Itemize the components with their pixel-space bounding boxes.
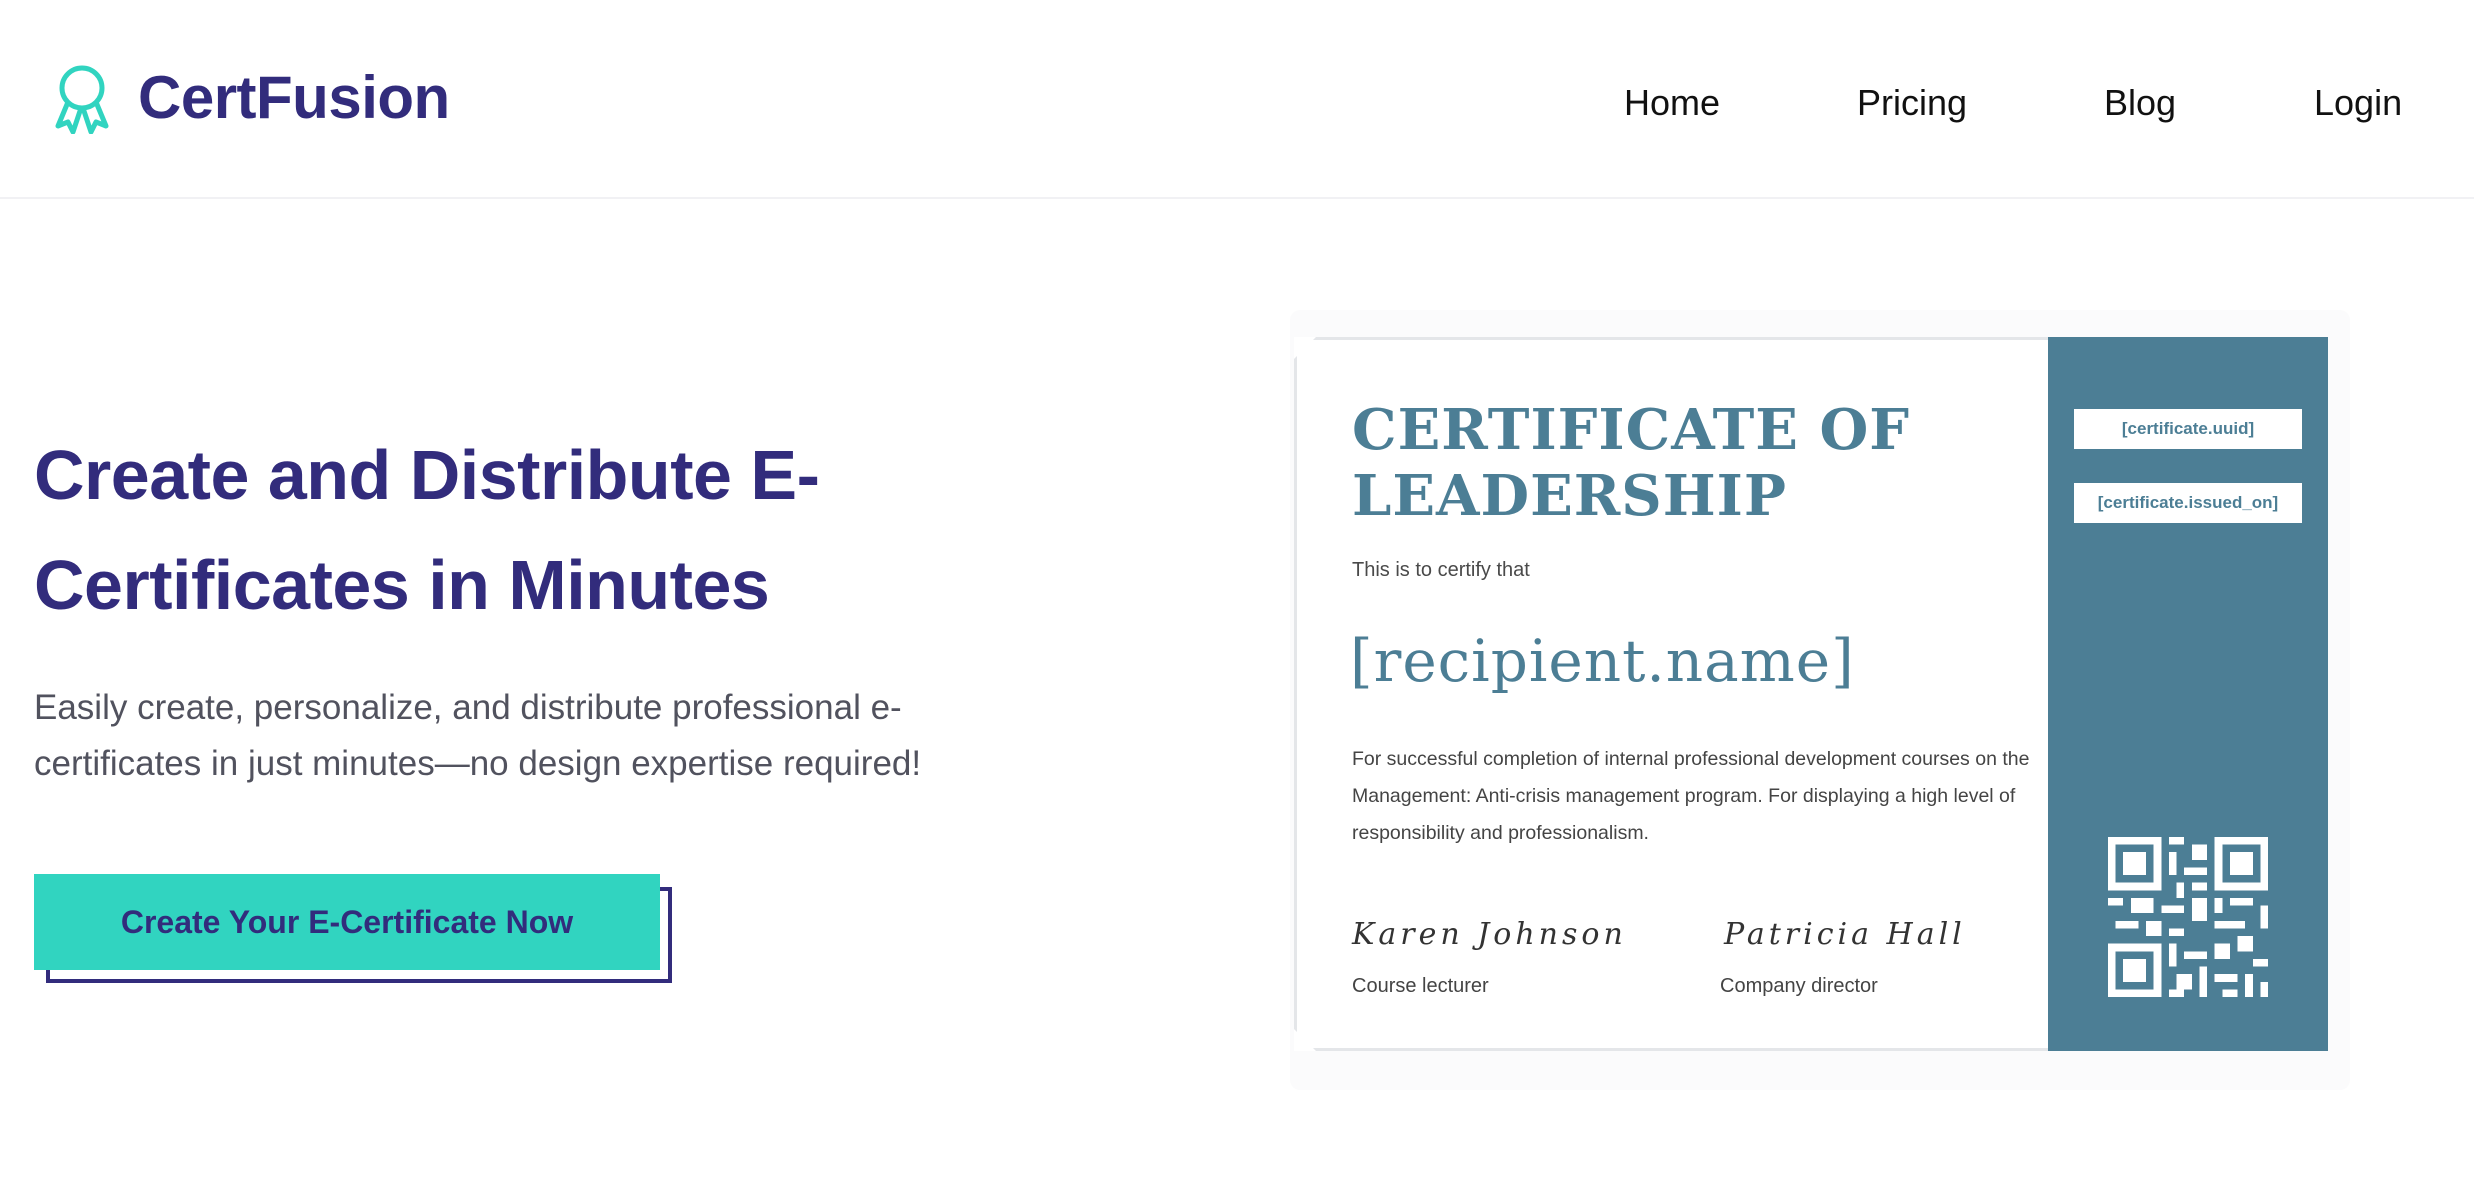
hero-title: Create and Distribute E-Certificates in … bbox=[34, 436, 820, 624]
certificate-body: For successful completion of internal pr… bbox=[1352, 748, 2030, 844]
hero-subtitle: Easily create, personalize, and distribu… bbox=[34, 688, 922, 783]
certificate-title: CERTIFICATE OF LEADERSHIP bbox=[1352, 397, 1910, 529]
signature-role-director: Company director bbox=[1720, 975, 1878, 997]
signature-karen-johnson: Karen Johnson bbox=[1352, 917, 1627, 952]
site-header: CertFusion Home Pricing Blog Login bbox=[0, 0, 2474, 199]
signature-role-lecturer: Course lecturer bbox=[1352, 975, 1489, 997]
nav-link-blog[interactable]: Blog bbox=[2104, 78, 2176, 128]
brand-logo[interactable]: CertFusion bbox=[50, 62, 450, 134]
certificate-issued-on-field: [certificate.issued_on] bbox=[2074, 483, 2302, 523]
certificate-intro: This is to certify that bbox=[1352, 559, 1530, 581]
qr-code-icon bbox=[2108, 837, 2268, 997]
award-ribbon-icon bbox=[55, 65, 109, 134]
certificate-preview: CERTIFICATE OF LEADERSHIP This is to cer… bbox=[1294, 337, 2328, 1051]
certificate-recipient: [recipient.name] bbox=[1350, 627, 1855, 695]
brand-name: CertFusion bbox=[138, 64, 450, 131]
create-certificate-button[interactable]: Create Your E-Certificate Now bbox=[34, 874, 660, 970]
signature-patricia-hall: Patricia Hall bbox=[1724, 917, 1966, 952]
certificate-uuid-field: [certificate.uuid] bbox=[2074, 409, 2302, 449]
nav-link-login[interactable]: Login bbox=[2314, 78, 2402, 128]
nav-link-home[interactable]: Home bbox=[1624, 78, 1720, 128]
certificate-side-panel: [certificate.uuid] [certificate.issued_o… bbox=[2048, 337, 2328, 1051]
nav-link-pricing[interactable]: Pricing bbox=[1857, 78, 1967, 128]
